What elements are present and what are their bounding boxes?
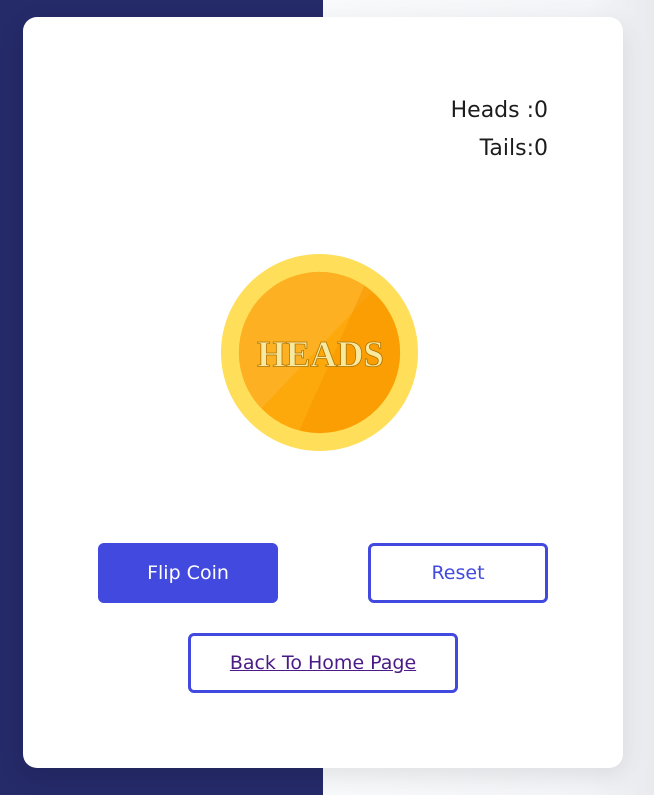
coin-face-text: HEADS [257,333,384,374]
heads-count: Heads :0 [450,98,548,123]
back-to-home-button[interactable]: Back To Home Page [188,633,458,693]
coin-flip-card: Heads :0 Tails:0 HEADS Flip Coin Reset B… [23,17,623,768]
tails-count: Tails:0 [479,136,548,161]
back-to-home-link[interactable]: Back To Home Page [230,652,416,674]
reset-button[interactable]: Reset [368,543,548,603]
coin-image: HEADS [220,253,419,452]
flip-coin-button[interactable]: Flip Coin [98,543,278,603]
